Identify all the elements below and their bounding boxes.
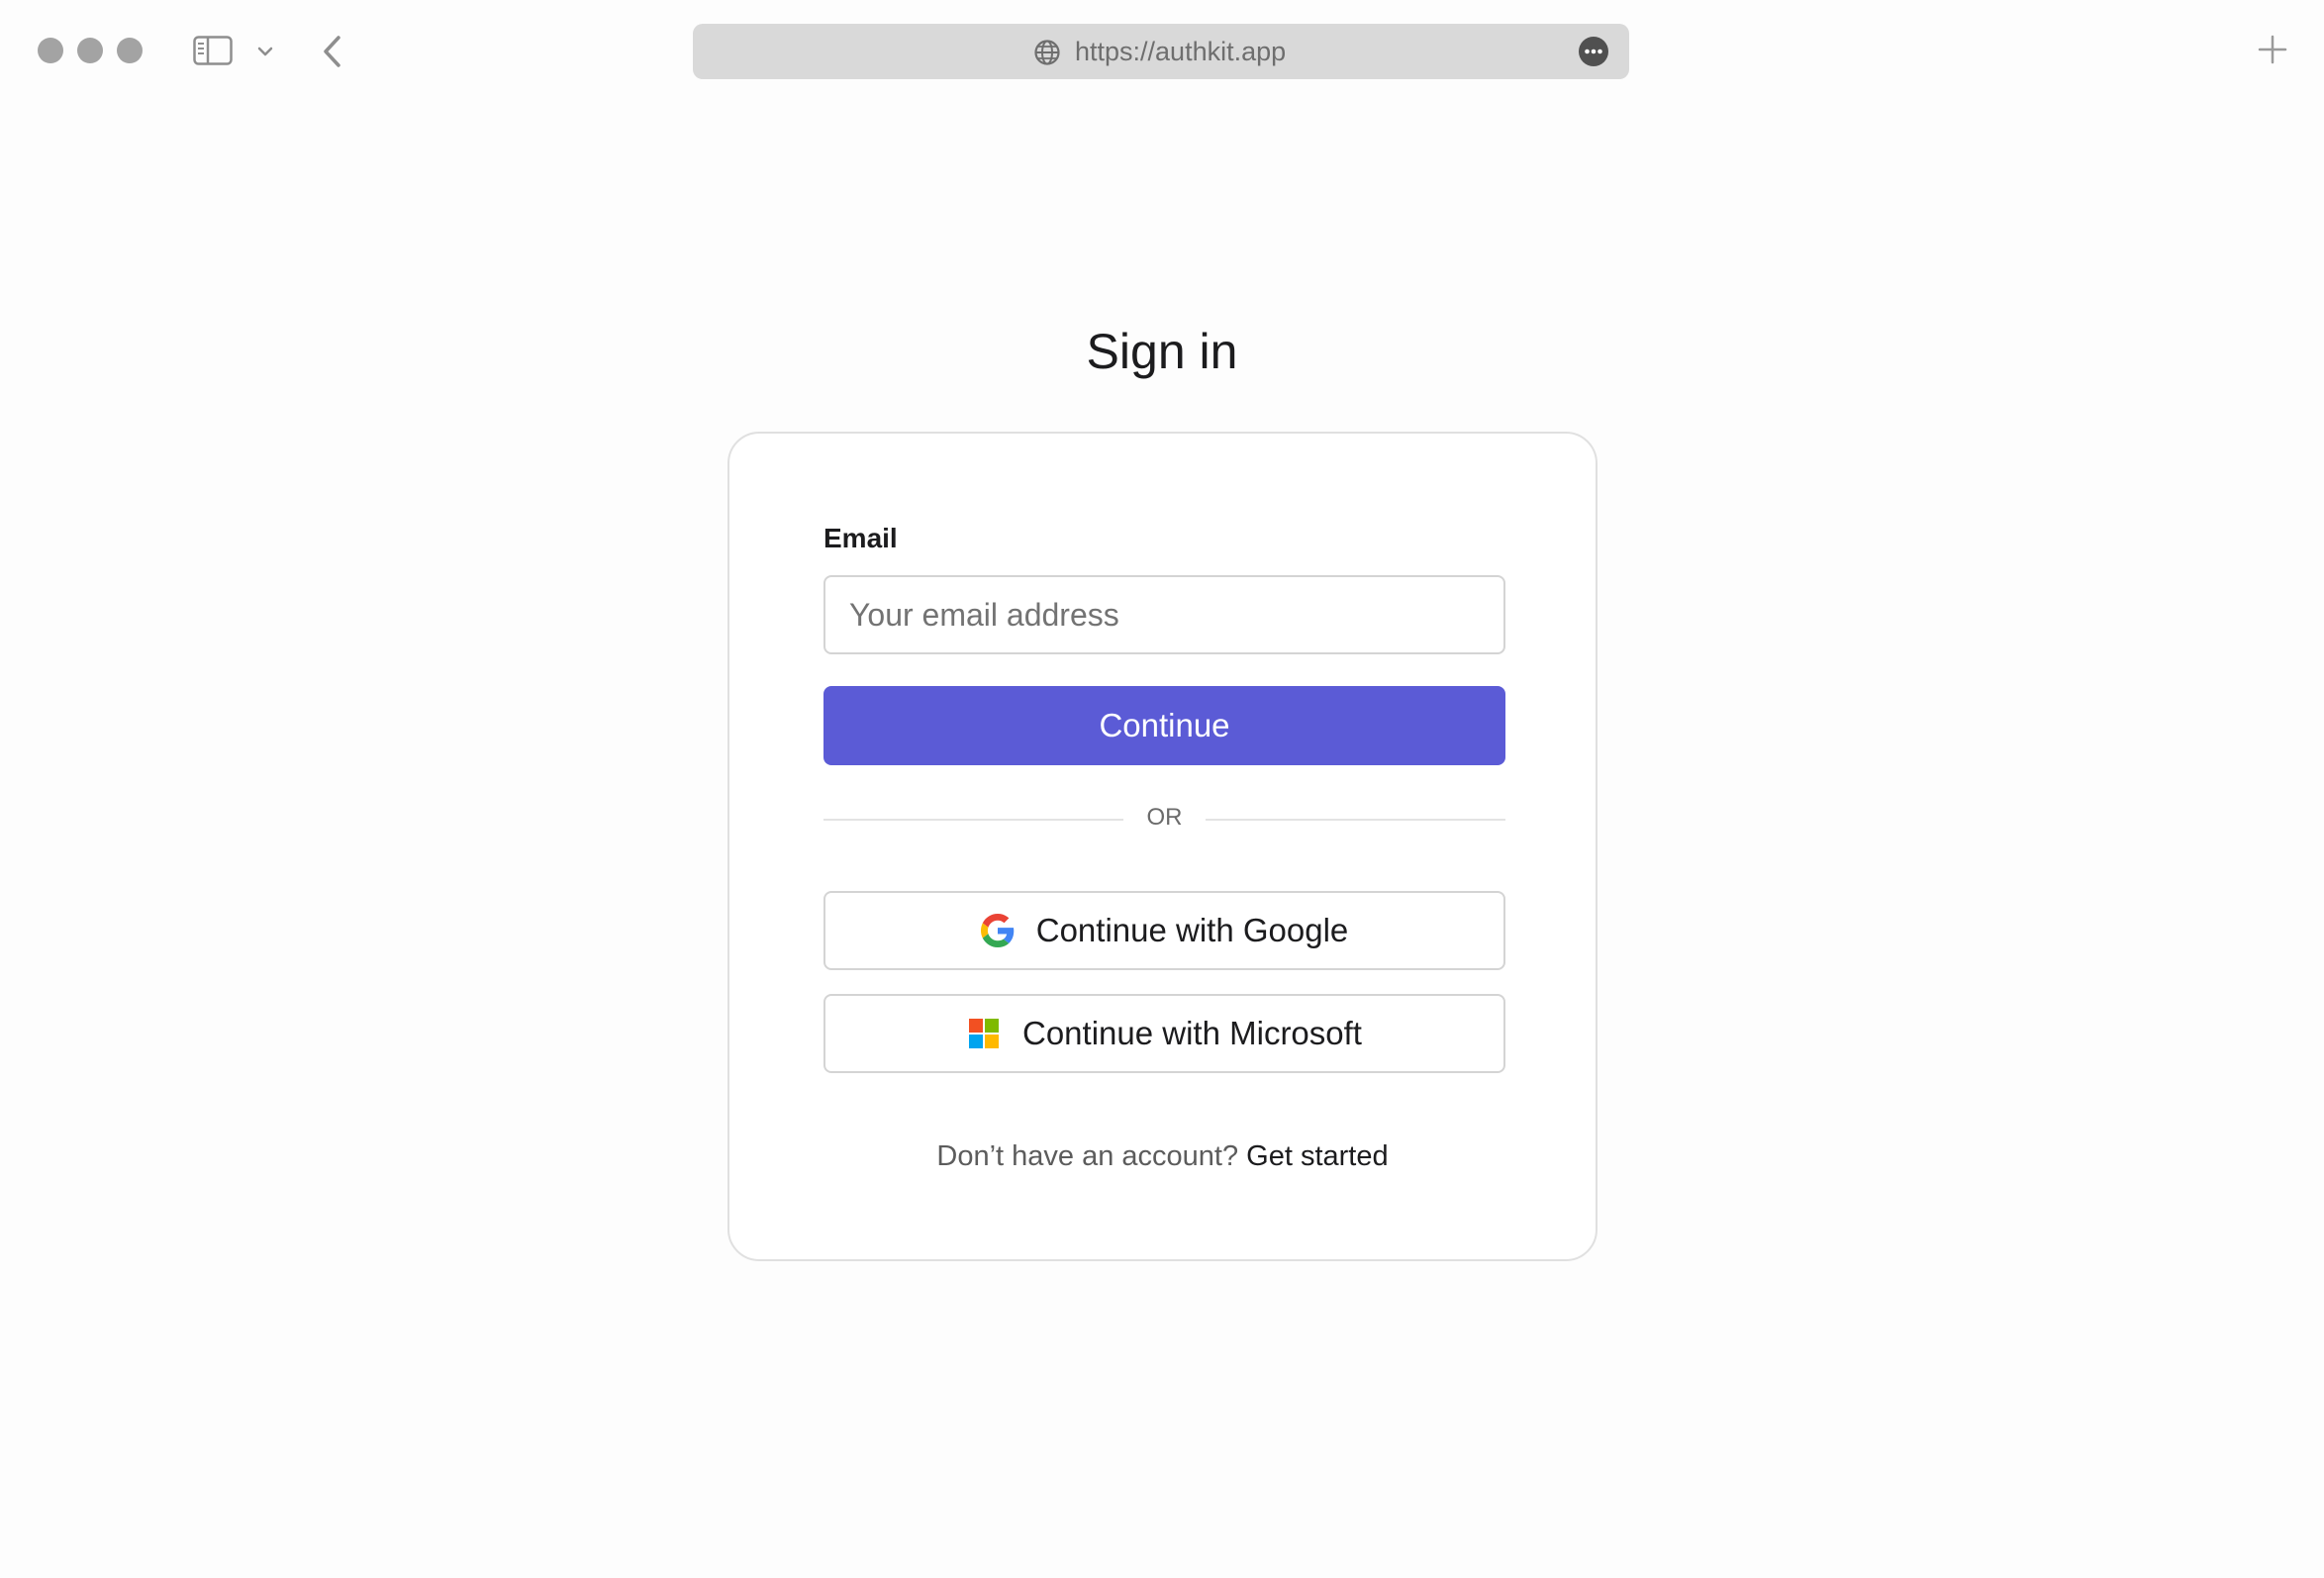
- or-divider: OR: [823, 800, 1505, 839]
- globe-icon: [1033, 39, 1061, 66]
- google-logo-icon: [980, 914, 1015, 947]
- chevron-left-icon[interactable]: [319, 34, 346, 69]
- divider-line-right: [1206, 819, 1505, 821]
- signup-row: Don’t have an account? Get started: [729, 1140, 1596, 1173]
- email-label: Email: [823, 523, 898, 553]
- close-window-button[interactable]: [38, 38, 63, 63]
- continue-with-google-button[interactable]: Continue with Google: [823, 891, 1505, 970]
- get-started-link[interactable]: Get started: [1246, 1140, 1388, 1172]
- divider-text: OR: [1146, 804, 1183, 831]
- continue-with-microsoft-button[interactable]: Continue with Microsoft: [823, 994, 1505, 1073]
- sign-in-card: Email Continue OR Continue with Google: [727, 432, 1598, 1261]
- plus-icon[interactable]: [2257, 34, 2288, 65]
- browser-toolbar: https://authkit.app: [0, 0, 2324, 103]
- chevron-down-icon[interactable]: [255, 42, 275, 61]
- email-input[interactable]: [823, 575, 1505, 654]
- zoom-window-button[interactable]: [117, 38, 143, 63]
- microsoft-logo-icon: [967, 1017, 1001, 1050]
- microsoft-button-label: Continue with Microsoft: [1022, 1015, 1362, 1051]
- sidebar-icon[interactable]: [193, 36, 233, 65]
- address-bar[interactable]: https://authkit.app: [693, 24, 1629, 79]
- continue-button[interactable]: Continue: [823, 686, 1505, 765]
- page-title: Sign in: [1086, 324, 1238, 379]
- more-icon[interactable]: [1578, 36, 1609, 67]
- google-button-label: Continue with Google: [1035, 912, 1349, 948]
- minimize-window-button[interactable]: [77, 38, 103, 63]
- signup-prompt: Don’t have an account?: [936, 1140, 1239, 1172]
- url-text: https://authkit.app: [1075, 37, 1287, 66]
